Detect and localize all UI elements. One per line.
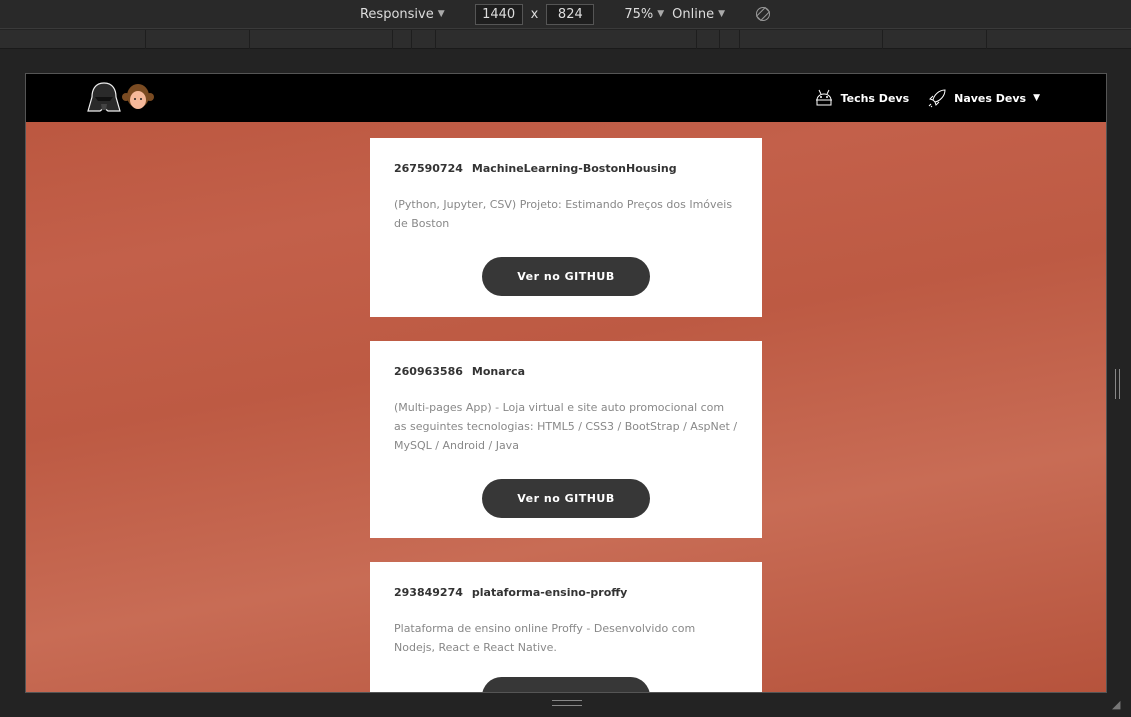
github-button[interactable]: Ver no GITHUB [482,479,650,518]
caret-down-icon: ▼ [1033,93,1040,103]
device-viewport: Techs Devs Naves Devs ▼ 267590724 Machine… [25,73,1107,693]
resize-handle-right[interactable] [1115,369,1120,399]
repo-card: 293849274 plataforma-ensino-proffy Plataf… [370,562,762,692]
device-select[interactable]: Responsive ▼ [360,7,445,22]
repo-description: Plataforma de ensino online Proffy - Des… [394,622,696,654]
navbar: Techs Devs Naves Devs ▼ [26,74,1106,122]
caret-down-icon: ▼ [718,9,726,19]
repo-name: plataforma-ensino-proffy [471,586,628,599]
github-button[interactable]: Ver no GITHUB [482,257,650,296]
repo-id: 293849274 [394,586,463,599]
github-button[interactable]: Ver no GITHUB [482,677,650,692]
nav-techs-devs[interactable]: Techs Devs [814,89,910,107]
network-select[interactable]: Online ▼ [672,7,725,22]
repo-id: 267590724 [394,162,463,175]
repo-card: 267590724 MachineLearning-BostonHousing (… [370,138,762,317]
rocket-icon [928,89,946,108]
times-label: x [530,6,539,22]
repo-title: 260963586 Monarca [394,365,738,378]
repo-card: 260963586 Monarca (Multi-pages App) - Loj… [370,341,762,538]
repo-title: 267590724 MachineLearning-BostonHousing [394,162,738,175]
robot-icon [815,89,832,106]
width-input[interactable] [474,3,523,25]
repo-id: 260963586 [394,365,463,378]
nav-label: Naves Devs [954,91,1027,105]
resize-corner-icon[interactable]: ◢ [1112,698,1120,711]
caret-down-icon: ▼ [657,9,665,19]
princess-leia-icon [122,84,154,109]
logo[interactable] [86,80,154,116]
repo-name: MachineLearning-BostonHousing [471,162,677,175]
zoom-select[interactable]: 75% ▼ [624,7,664,22]
resize-handle-bottom[interactable] [552,700,582,706]
devtools-toolbar: Responsive▼ x 75%▼ Online▼ [0,0,1131,29]
caret-down-icon: ▼ [437,9,445,19]
device-label: Responsive [359,6,434,22]
height-input[interactable] [546,3,595,25]
repo-name: Monarca [471,365,526,378]
zoom-label: 75% [624,6,654,22]
network-label: Online [672,6,715,22]
repo-description: (Multi-pages App) - Loja virtual e site … [394,401,738,452]
rotate-icon[interactable] [755,6,771,22]
repo-description: (Python, Jupyter, CSV) Projeto: Estimand… [394,198,733,230]
repo-title: 293849274 plataforma-ensino-proffy [394,586,738,599]
media-query-bar[interactable] [0,30,1131,49]
nav-label: Techs Devs [840,91,910,105]
darth-vader-icon [87,82,121,112]
nav-naves-devs[interactable]: Naves Devs ▼ [927,88,1040,108]
